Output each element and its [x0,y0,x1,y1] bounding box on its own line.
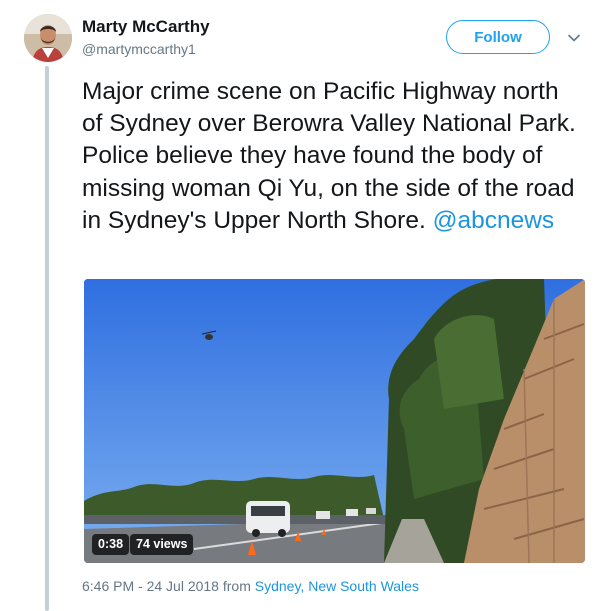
tweet-timestamp[interactable]: 6:46 PM - 24 Jul 2018 [82,578,219,594]
tweet-text: Major crime scene on Pacific Highway nor… [82,76,582,237]
mention-link[interactable]: @abcnews [433,207,555,234]
video-thumbnail [84,279,585,563]
video-views-badge: 74 views [130,534,194,555]
chevron-down-icon[interactable] [566,30,582,46]
thread-line [45,66,49,611]
follow-button[interactable]: Follow [446,20,550,54]
tweet-meta: 6:46 PM - 24 Jul 2018 from Sydney, New S… [82,578,419,594]
avatar[interactable] [24,14,72,62]
author-name[interactable]: Marty McCarthy [82,17,210,37]
video-duration-badge: 0:38 [92,534,130,555]
from-label: from [222,578,251,594]
video-player[interactable]: 0:38 74 views [84,279,585,563]
author-handle[interactable]: @martymccarthy1 [82,41,196,57]
location-link[interactable]: Sydney, New South Wales [255,578,419,594]
avatar-photo [24,14,72,62]
